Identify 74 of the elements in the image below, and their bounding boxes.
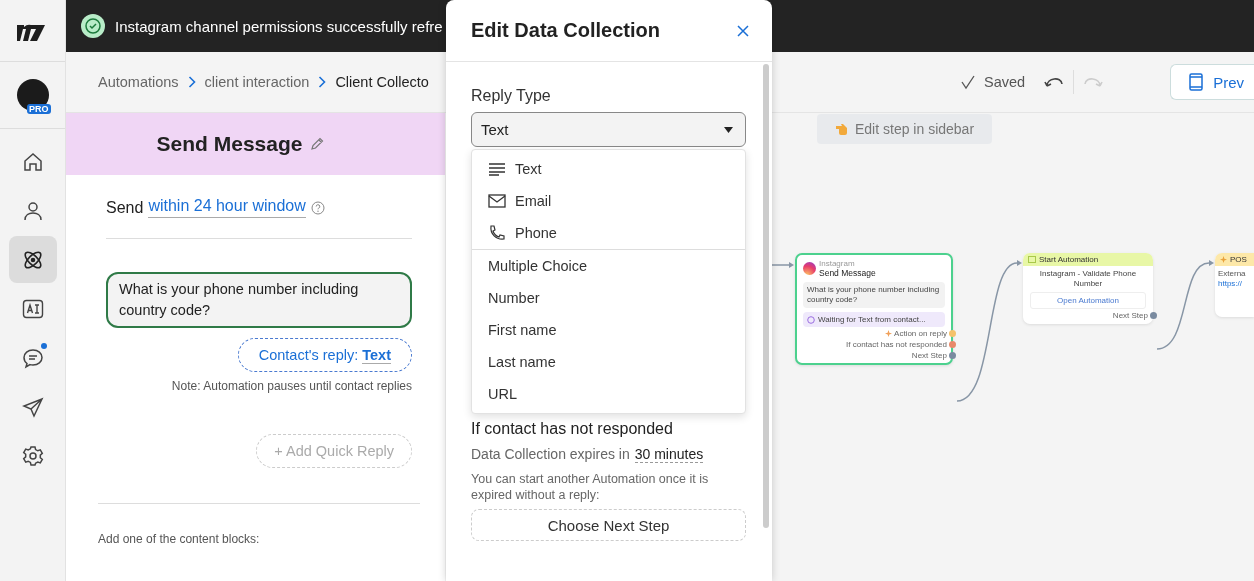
step-title: Send Message <box>156 132 303 156</box>
output-handle[interactable] <box>949 352 956 359</box>
phone-device-icon <box>1189 73 1204 91</box>
send-window-link[interactable]: within 24 hour window <box>148 197 306 218</box>
ai-icon <box>21 297 44 320</box>
output-label: Next Step <box>911 351 947 360</box>
node-title: Send Message <box>819 268 876 278</box>
send-icon <box>21 395 44 418</box>
message-node[interactable]: Instagram Send Message What is your phone number including country code? Waiting for Text from contact... Action on reply If contact has not responded Next Step <box>795 253 953 365</box>
text-lines-icon <box>488 162 506 176</box>
chevron-right-icon <box>318 76 327 88</box>
breadcrumb-link[interactable]: Automations <box>98 74 179 90</box>
hint-text: Edit step in sidebar <box>855 121 975 137</box>
avatar[interactable] <box>16 79 49 111</box>
output-handle[interactable] <box>949 341 956 348</box>
dropdown-option[interactable]: Email <box>472 185 745 217</box>
output-handle[interactable] <box>1150 312 1157 319</box>
node-title: Start Automation <box>1039 255 1099 264</box>
expiry-hint: You can start another Automation once it is expired without a reply: <box>471 471 710 503</box>
contact-reply-button[interactable]: Contact's reply: Text <box>237 338 412 372</box>
caret-icon <box>724 126 733 133</box>
dropdown-option[interactable]: Last name <box>472 346 745 378</box>
reply-type-select[interactable]: Text <box>471 112 746 147</box>
envelope-icon <box>488 194 506 208</box>
toast-message: Instagram channel permissions successfully refre <box>115 17 443 35</box>
node-link[interactable]: https:// <box>1218 279 1254 288</box>
choose-next-step-button[interactable]: Choose Next Step <box>471 509 746 541</box>
dropdown-option[interactable]: Multiple Choice <box>472 250 745 282</box>
check-icon <box>960 74 977 90</box>
pause-note: Note: Automation pauses until contact replies <box>171 379 412 393</box>
expires-label: Data Collection expires in <box>471 446 630 463</box>
dropdown-option[interactable]: Number <box>472 282 745 314</box>
pro-badge: PRO <box>27 104 51 114</box>
output-label: Next Step <box>1112 311 1148 320</box>
phone-icon <box>488 225 506 241</box>
content-blocks-hint: Add one of the content blocks: <box>98 532 261 546</box>
chevron-right-icon <box>187 76 196 88</box>
expiry-duration-link[interactable]: 30 minutes <box>634 446 704 463</box>
node-title: POS <box>1230 255 1247 264</box>
reply-type-label: Reply Type <box>471 87 552 105</box>
person-icon <box>21 199 44 222</box>
channel-label: Instagram <box>819 259 856 268</box>
dropdown-option[interactable]: URL <box>472 378 745 410</box>
dropdown-option[interactable]: First name <box>472 314 745 346</box>
breadcrumb-link[interactable]: client interaction <box>204 74 310 90</box>
check-circle-icon <box>81 14 105 38</box>
send-label: Send <box>106 198 144 217</box>
settings-icon <box>21 444 44 467</box>
preview-button[interactable]: Prev <box>1170 64 1254 100</box>
close-icon[interactable] <box>736 23 750 38</box>
home-icon <box>21 150 44 173</box>
panel-title: Edit Data Collection <box>471 19 660 42</box>
no-response-heading: If contact has not responded <box>471 420 674 438</box>
output-label: If contact has not responded <box>846 340 947 349</box>
output-label: Action on reply <box>894 329 947 338</box>
status-text: Waiting for Text from contact... <box>818 315 926 324</box>
request-node[interactable]: POS Externa https:// <box>1215 253 1254 317</box>
dropdown-option[interactable]: Text <box>472 153 745 185</box>
automation-name: Instagram - Validate Phone Number <box>1038 269 1138 289</box>
message-bubble[interactable]: What is your phone number including country code? <box>106 272 412 328</box>
saved-status: Saved <box>984 74 1026 90</box>
sparkle-icon <box>1220 256 1227 263</box>
dropdown-option[interactable]: Phone <box>472 217 745 249</box>
open-automation-button[interactable]: Open Automation <box>1030 292 1146 309</box>
breadcrumb-link[interactable]: Client Collecto <box>335 74 429 90</box>
pencil-icon[interactable] <box>310 137 325 151</box>
pointing-hand-icon <box>835 122 849 136</box>
output-handle[interactable] <box>949 330 956 337</box>
instagram-icon <box>803 262 816 275</box>
node-message: What is your phone number including country code? <box>803 282 945 308</box>
nav-item[interactable] <box>8 236 57 283</box>
help-icon[interactable] <box>310 200 325 215</box>
sparkle-icon <box>885 330 893 337</box>
node-text: Externa <box>1218 269 1247 278</box>
